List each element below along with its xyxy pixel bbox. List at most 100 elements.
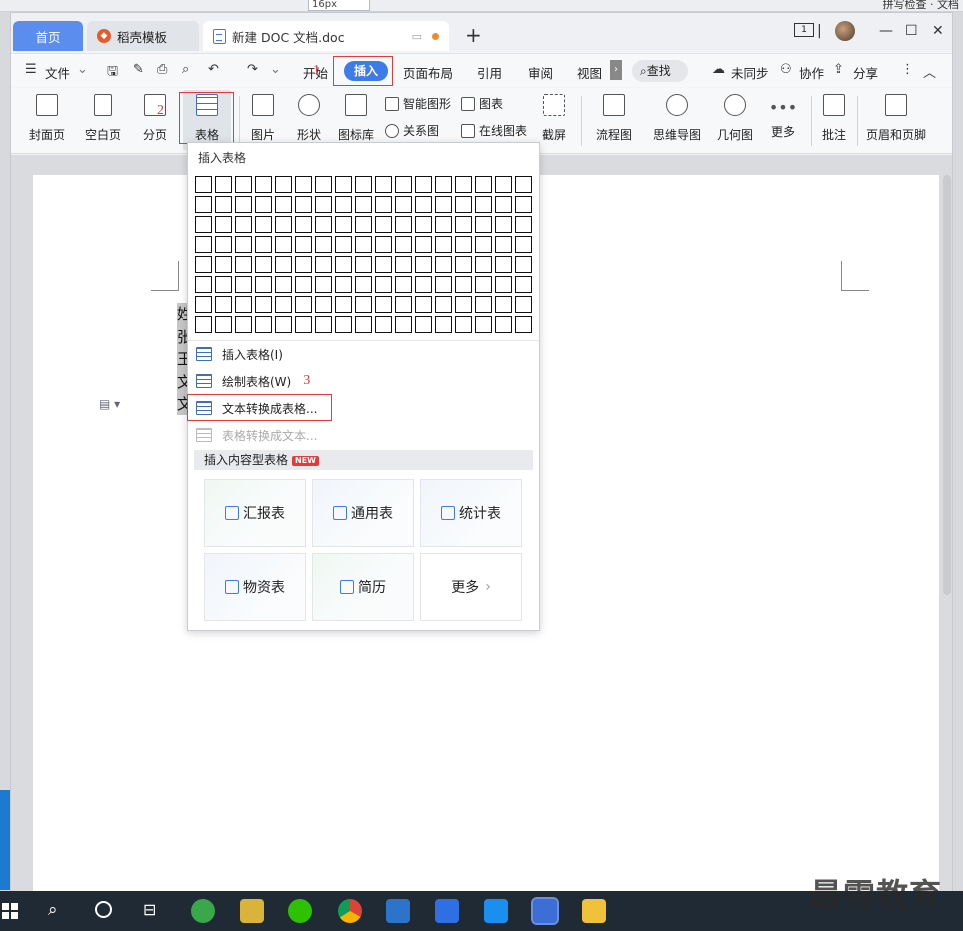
tab-document[interactable]: 新建 DOC 文档.doc ▭	[203, 21, 449, 51]
grid-cell[interactable]	[515, 176, 532, 193]
grid-cell[interactable]	[375, 216, 392, 233]
menu-tab-view[interactable]: 视图	[577, 63, 602, 82]
grid-cell[interactable]	[435, 316, 452, 333]
grid-cell[interactable]	[435, 216, 452, 233]
grid-cell[interactable]	[235, 176, 252, 193]
app-blue-icon[interactable]	[386, 899, 410, 923]
table-size-grid[interactable]	[195, 176, 532, 333]
customize-icon[interactable]: ⌄	[270, 62, 281, 77]
template-card-statistics[interactable]: 统计表	[420, 479, 522, 547]
chart-button[interactable]: 图表	[461, 95, 503, 112]
close-icon[interactable]: ✕	[932, 23, 944, 39]
task-view-icon[interactable]: ⊟	[143, 900, 156, 919]
grid-cell[interactable]	[435, 276, 452, 293]
grid-cell[interactable]	[275, 236, 292, 253]
grid-cell[interactable]	[355, 256, 372, 273]
insert-table-item[interactable]: 插入表格(I)	[196, 343, 283, 365]
grid-cell[interactable]	[475, 316, 492, 333]
grid-cell[interactable]	[275, 296, 292, 313]
grid-cell[interactable]	[275, 216, 292, 233]
grid-cell[interactable]	[515, 316, 532, 333]
taskbar-search-icon[interactable]: ⌕	[48, 900, 58, 920]
grid-cell[interactable]	[335, 176, 352, 193]
menu-file[interactable]: 文件	[45, 63, 70, 82]
tab-home[interactable]: 首页	[13, 21, 83, 51]
grid-cell[interactable]	[415, 296, 432, 313]
grid-cell[interactable]	[415, 256, 432, 273]
grid-cell[interactable]	[395, 276, 412, 293]
search-button[interactable]: ⌕查找	[632, 60, 688, 82]
grid-cell[interactable]	[295, 256, 312, 273]
grid-cell[interactable]	[315, 196, 332, 213]
grid-cell[interactable]	[235, 316, 252, 333]
paragraph-handle-icon[interactable]: ▤ ▾	[99, 397, 120, 411]
grid-cell[interactable]	[295, 296, 312, 313]
app-green-icon[interactable]	[191, 899, 215, 923]
grid-cell[interactable]	[235, 276, 252, 293]
grid-cell[interactable]	[275, 256, 292, 273]
cortana-icon[interactable]	[95, 901, 112, 918]
grid-cell[interactable]	[255, 216, 272, 233]
redo-icon[interactable]: ↷	[247, 62, 258, 77]
grid-cell[interactable]	[215, 256, 232, 273]
grid-cell[interactable]	[275, 176, 292, 193]
windows-start-icon[interactable]	[2, 903, 18, 919]
grid-cell[interactable]	[315, 236, 332, 253]
relation-button[interactable]: 关系图	[385, 122, 439, 139]
grid-cell[interactable]	[275, 196, 292, 213]
grid-cell[interactable]	[435, 176, 452, 193]
comment-button[interactable]: 批注	[817, 90, 851, 150]
menu-tab-references[interactable]: 引用	[477, 63, 502, 82]
grid-cell[interactable]	[335, 236, 352, 253]
grid-cell[interactable]	[195, 296, 212, 313]
maximize-icon[interactable]: ☐	[905, 23, 918, 39]
grid-cell[interactable]	[395, 256, 412, 273]
grid-cell[interactable]	[235, 236, 252, 253]
grid-cell[interactable]	[495, 276, 512, 293]
grid-cell[interactable]	[355, 196, 372, 213]
grid-cell[interactable]	[475, 176, 492, 193]
grid-cell[interactable]	[475, 276, 492, 293]
grid-cell[interactable]	[315, 296, 332, 313]
draw-table-item[interactable]: 绘制表格(W) 3	[196, 370, 310, 392]
grid-cell[interactable]	[195, 196, 212, 213]
grid-cell[interactable]	[255, 316, 272, 333]
print-preview-icon[interactable]: ⌕	[182, 62, 189, 77]
online-chart-button[interactable]: 在线图表	[461, 122, 527, 139]
template-card-report[interactable]: 汇报表	[204, 479, 306, 547]
undo-icon[interactable]: ↶	[208, 62, 219, 77]
grid-cell[interactable]	[375, 276, 392, 293]
grid-cell[interactable]	[475, 256, 492, 273]
grid-cell[interactable]	[315, 216, 332, 233]
grid-cell[interactable]	[455, 296, 472, 313]
grid-cell[interactable]	[295, 196, 312, 213]
grid-cell[interactable]	[475, 296, 492, 313]
grid-cell[interactable]	[335, 216, 352, 233]
grid-cell[interactable]	[355, 176, 372, 193]
grid-cell[interactable]	[215, 236, 232, 253]
grid-cell[interactable]	[395, 236, 412, 253]
grid-cell[interactable]	[415, 176, 432, 193]
grid-cell[interactable]	[255, 256, 272, 273]
grid-cell[interactable]	[255, 276, 272, 293]
grid-cell[interactable]	[435, 256, 452, 273]
print-icon[interactable]: ⎙	[157, 62, 167, 77]
grid-cell[interactable]	[515, 256, 532, 273]
grid-cell[interactable]	[395, 296, 412, 313]
collapse-ribbon-icon[interactable]: ︿	[923, 62, 936, 81]
grid-cell[interactable]	[375, 256, 392, 273]
avatar[interactable]	[835, 21, 855, 41]
grid-cell[interactable]	[295, 216, 312, 233]
template-card-resume[interactable]: 简历	[312, 553, 414, 621]
menu-tab-layout[interactable]: 页面布局	[403, 63, 453, 82]
grid-cell[interactable]	[275, 276, 292, 293]
grid-cell[interactable]	[215, 176, 232, 193]
grid-cell[interactable]	[315, 176, 332, 193]
grid-cell[interactable]	[375, 196, 392, 213]
grid-cell[interactable]	[495, 296, 512, 313]
grid-cell[interactable]	[415, 316, 432, 333]
menu-tab-review[interactable]: 审阅	[528, 63, 553, 82]
grid-cell[interactable]	[435, 236, 452, 253]
grid-cell[interactable]	[435, 296, 452, 313]
grid-cell[interactable]	[215, 316, 232, 333]
